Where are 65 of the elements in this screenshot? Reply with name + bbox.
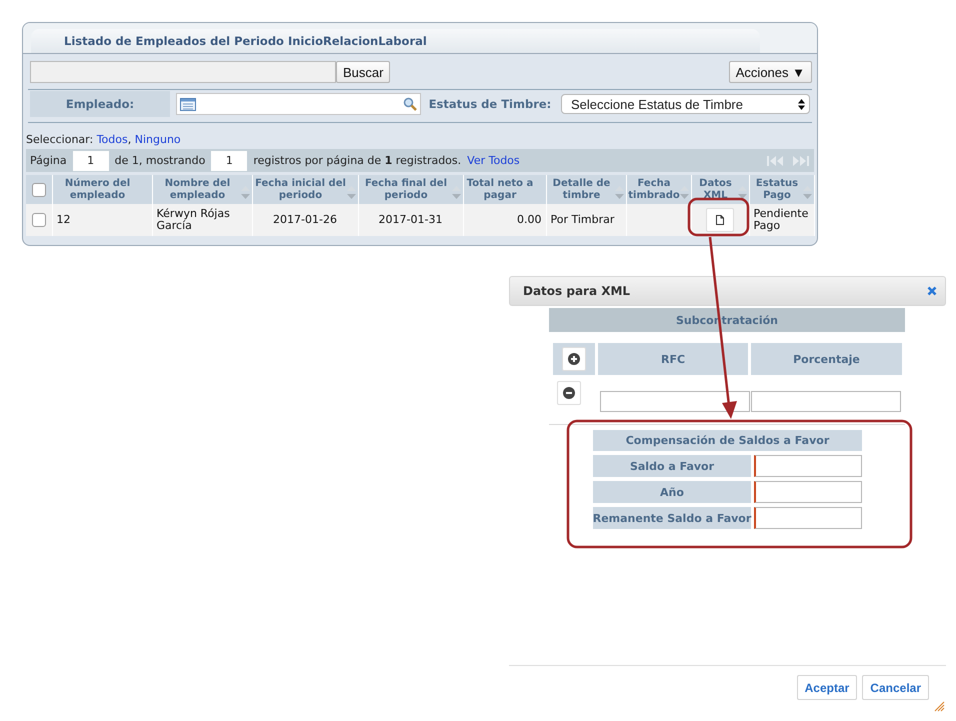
- input-field[interactable]: [751, 391, 901, 412]
- column-header[interactable]: Número del empleado: [52, 175, 152, 204]
- field-label: Saldo a Favor: [593, 455, 751, 477]
- panel-title: Listado de Empleados del Periodo InicioRelacionLaboral: [31, 29, 760, 53]
- input-field[interactable]: [600, 391, 750, 412]
- table-cell: 2017-01-26: [252, 204, 358, 236]
- search-button[interactable]: Buscar: [336, 61, 390, 83]
- search-icon[interactable]: [403, 97, 417, 111]
- table-cell: Pendiente Pago: [749, 204, 814, 236]
- input-field[interactable]: [754, 481, 862, 503]
- input-field[interactable]: [754, 455, 862, 477]
- minus-icon: [563, 387, 575, 399]
- column-header[interactable]: Fecha inicial del periodo: [252, 175, 358, 204]
- table-cell: 2017-01-31: [358, 204, 463, 236]
- select-link[interactable]: Todos: [96, 133, 128, 146]
- add-button[interactable]: [562, 347, 586, 371]
- select-label: Seleccionar:: [26, 133, 94, 146]
- field-label: Año: [593, 481, 751, 503]
- last-page-icon[interactable]: [792, 154, 810, 166]
- cancel-button[interactable]: Cancelar: [862, 675, 929, 700]
- select-link[interactable]: Ninguno: [134, 133, 181, 146]
- page-summary: registros por página de 1 registrados.: [253, 154, 462, 167]
- plus-icon: [568, 353, 580, 365]
- search-field[interactable]: [30, 61, 336, 83]
- table-cell: 12: [52, 204, 152, 236]
- separator: ,: [128, 133, 132, 146]
- filter-label: Estatus de Timbre:: [428, 96, 552, 113]
- list-icon: [180, 98, 196, 110]
- first-page-icon[interactable]: [766, 154, 784, 166]
- updown-icon: [798, 98, 805, 110]
- xml-button[interactable]: [706, 208, 734, 232]
- page-field[interactable]: 1: [72, 150, 109, 170]
- close-icon[interactable]: [927, 286, 937, 296]
- filter-label: Empleado:: [30, 91, 170, 117]
- column-header: RFC: [598, 343, 748, 375]
- view-all-link[interactable]: Ver Todos: [467, 154, 520, 167]
- column-header: Porcentaje: [751, 343, 902, 375]
- actions-button[interactable]: Acciones ▼: [728, 61, 812, 83]
- column-header[interactable]: Fecha timbrado: [626, 175, 691, 204]
- table-cell: Por Timbrar: [546, 204, 626, 236]
- remove-button[interactable]: [557, 381, 581, 405]
- section-header: Compensación de Saldos a Favor: [593, 430, 862, 451]
- column-header[interactable]: Nombre del empleado: [152, 175, 252, 204]
- table-cell: 0.00: [463, 204, 546, 236]
- highlight-outline: [688, 198, 750, 236]
- accept-button[interactable]: Aceptar: [796, 675, 858, 700]
- field-label: Remanente Saldo a Favor: [593, 507, 751, 529]
- column-header[interactable]: Estatus Pago: [749, 175, 814, 204]
- document-icon: [716, 215, 724, 225]
- column-header[interactable]: Total neto a pagar: [463, 175, 546, 204]
- employee-field[interactable]: [176, 93, 421, 115]
- status-select[interactable]: Seleccione Estatus de Timbre: [561, 94, 810, 114]
- column-header[interactable]: Fecha final del periodo: [358, 175, 463, 204]
- dialog-title: Datos para XML: [523, 284, 630, 298]
- per-page-field[interactable]: 1: [211, 150, 248, 170]
- input-field[interactable]: [754, 507, 862, 529]
- sort-icon[interactable]: [736, 185, 748, 201]
- page-label: Página: [30, 154, 67, 167]
- column-header[interactable]: Detalle de timbre: [546, 175, 626, 204]
- row-checkbox[interactable]: [32, 213, 46, 227]
- select-value: Seleccione Estatus de Timbre: [571, 96, 743, 112]
- table-cell: Kérwyn Rójas García: [152, 204, 252, 236]
- resize-grip-icon[interactable]: [934, 701, 945, 712]
- select-all-checkbox[interactable]: [32, 182, 46, 196]
- page-text: de 1, mostrando: [114, 154, 206, 167]
